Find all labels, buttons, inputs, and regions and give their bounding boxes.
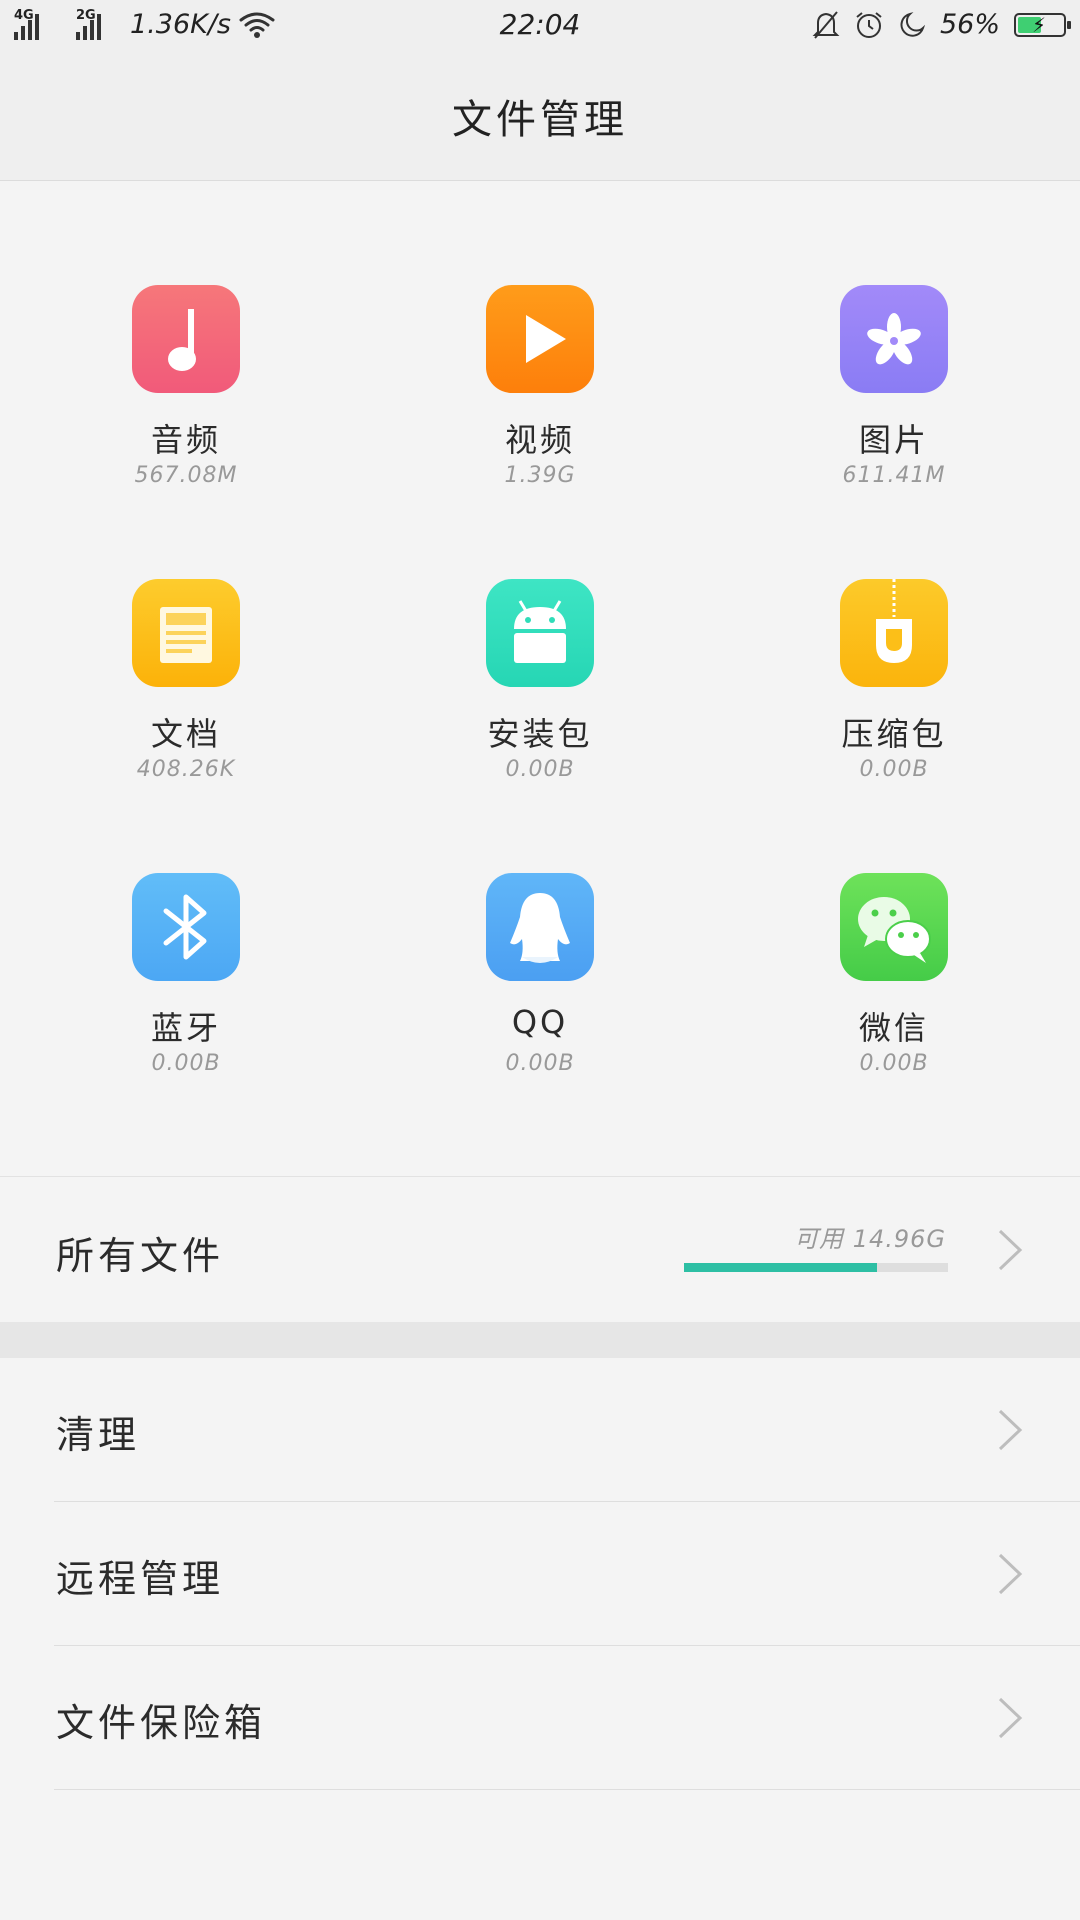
category-label: 微信	[858, 1009, 929, 1047]
category-archives[interactable]: 压缩包 0.00B	[744, 579, 1044, 809]
menu-item-label: 清理	[56, 1413, 141, 1457]
category-size: 0.00B	[859, 1051, 929, 1076]
category-documents[interactable]: 文档 408.26K	[36, 579, 336, 809]
chevron-right-icon	[998, 1553, 1023, 1595]
status-bar: 4G 2G 1.36K/s 22:04 56% ⚡	[0, 0, 1080, 52]
category-label: 蓝牙	[150, 1009, 221, 1047]
category-size: 408.26K	[136, 757, 236, 782]
category-size: 0.00B	[151, 1051, 221, 1076]
wechat-icon	[840, 873, 948, 981]
category-label: 安装包	[487, 715, 593, 753]
battery-percent: 56%	[939, 9, 1000, 40]
category-video[interactable]: 视频 1.39G	[390, 285, 690, 515]
zip-icon	[840, 579, 948, 687]
moon-icon	[900, 11, 926, 37]
menu-item-label: 文件保险箱	[56, 1701, 267, 1745]
menu-item-file-vault[interactable]: 文件保险箱	[0, 1646, 1080, 1790]
category-size: 1.39G	[504, 463, 576, 488]
document-icon	[132, 579, 240, 687]
music-note-icon	[132, 285, 240, 393]
alarm-icon	[856, 11, 882, 38]
category-label: 图片	[858, 421, 929, 459]
chevron-right-icon	[998, 1697, 1023, 1739]
battery-icon: ⚡	[1014, 12, 1071, 37]
category-grid: 音频 567.08M 视频 1.39G 图片 611.41M 文档 408.26…	[0, 180, 1080, 1176]
category-wechat[interactable]: 微信 0.00B	[744, 873, 1044, 1103]
page-title-bar: 文件管理	[0, 52, 1080, 181]
category-size: 567.08M	[134, 463, 238, 488]
category-size: 611.41M	[842, 463, 946, 488]
menu-item-cleanup[interactable]: 清理	[0, 1358, 1080, 1502]
category-label: QQ	[511, 1003, 569, 1041]
chevron-right-icon	[998, 1409, 1023, 1451]
status-right: 56% ⚡	[812, 9, 1071, 40]
category-size: 0.00B	[859, 757, 929, 782]
storage-progress-bar	[684, 1263, 948, 1272]
play-icon	[486, 285, 594, 393]
flower-icon	[840, 285, 948, 393]
chevron-right-icon	[998, 1229, 1023, 1271]
page-title: 文件管理	[452, 97, 628, 143]
category-apk[interactable]: 安装包 0.00B	[390, 579, 690, 809]
section-divider	[0, 1322, 1080, 1358]
category-label: 音频	[150, 421, 221, 459]
bluetooth-icon	[132, 873, 240, 981]
category-audio[interactable]: 音频 567.08M	[36, 285, 336, 515]
category-size: 0.00B	[505, 757, 575, 782]
category-bluetooth[interactable]: 蓝牙 0.00B	[36, 873, 336, 1103]
all-files-label: 所有文件	[56, 1234, 225, 1278]
category-label: 视频	[504, 421, 575, 459]
available-storage: 可用 14.96G	[794, 1225, 946, 1253]
android-icon	[486, 579, 594, 687]
category-images[interactable]: 图片 611.41M	[744, 285, 1044, 515]
storage-progress-fill	[684, 1263, 877, 1272]
category-qq[interactable]: QQ 0.00B	[390, 873, 690, 1103]
category-label: 文档	[150, 715, 221, 753]
bell-off-icon	[812, 10, 840, 39]
category-size: 0.00B	[505, 1051, 575, 1076]
penguin-icon	[486, 873, 594, 981]
divider	[54, 1789, 1080, 1790]
all-files-row[interactable]: 所有文件 可用 14.96G	[0, 1176, 1080, 1324]
menu-item-remote-management[interactable]: 远程管理	[0, 1502, 1080, 1646]
menu-item-label: 远程管理	[56, 1557, 225, 1601]
category-label: 压缩包	[841, 715, 947, 753]
